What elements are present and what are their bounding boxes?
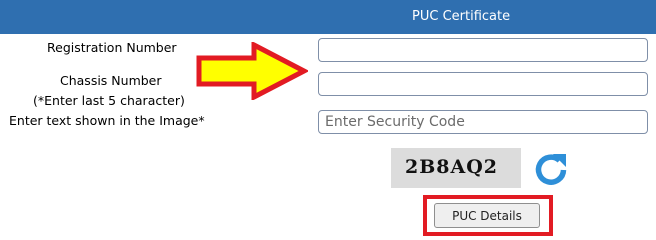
header-bar: PUC Certificate bbox=[0, 0, 656, 34]
chassis-number-label: Chassis Number bbox=[60, 73, 162, 88]
captcha-text: 2B8AQ2 bbox=[405, 156, 499, 178]
registration-number-label: Registration Number bbox=[47, 40, 177, 55]
refresh-icon[interactable] bbox=[532, 151, 570, 189]
chassis-number-input[interactable] bbox=[318, 72, 648, 96]
puc-details-button[interactable]: PUC Details bbox=[434, 203, 540, 228]
security-code-input[interactable] bbox=[318, 110, 648, 134]
registration-number-input[interactable] bbox=[318, 38, 648, 62]
page-title: PUC Certificate bbox=[412, 9, 511, 24]
security-code-label: Enter text shown in the Image* bbox=[9, 113, 205, 128]
captcha-image: 2B8AQ2 bbox=[391, 148, 521, 188]
puc-certificate-page: PUC Certificate Registration Number Chas… bbox=[0, 0, 656, 238]
arrow-right-icon bbox=[196, 42, 308, 100]
chassis-number-hint: (*Enter last 5 character) bbox=[33, 93, 185, 108]
